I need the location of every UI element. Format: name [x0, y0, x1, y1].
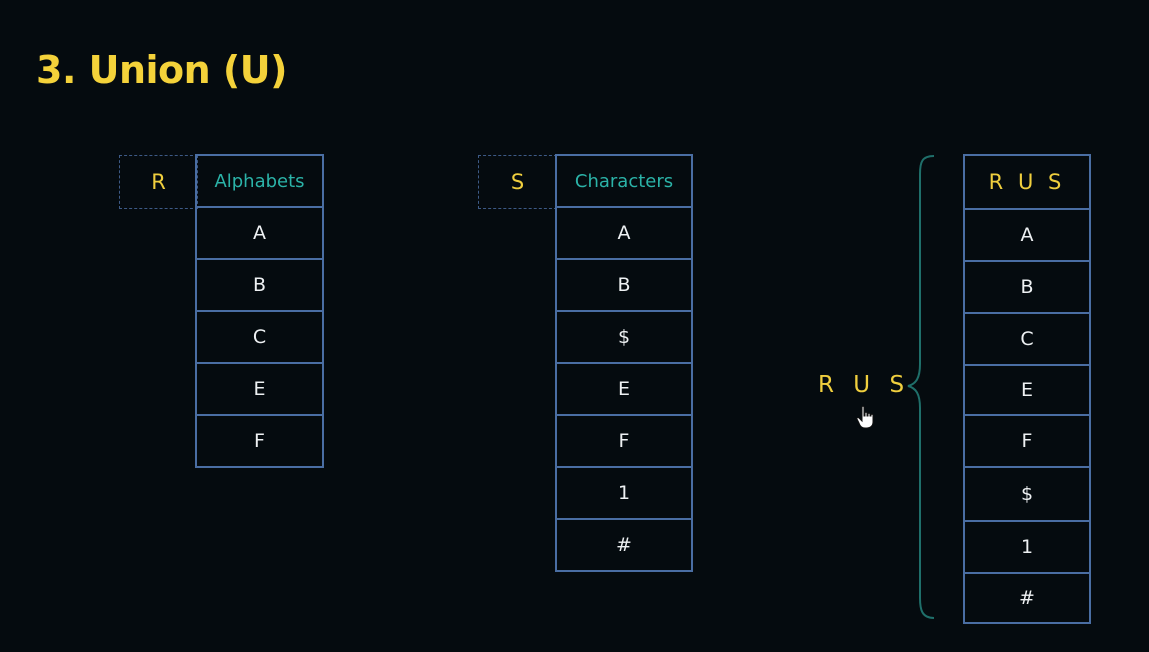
relation-r-label: R	[119, 155, 198, 209]
table-row: A	[555, 206, 693, 260]
table-row: $	[555, 310, 693, 364]
table-r-header: Alphabets	[195, 154, 324, 208]
table-row: F	[195, 414, 324, 468]
table-row: #	[555, 518, 693, 572]
table-row: B	[963, 260, 1091, 314]
table-row: A	[195, 206, 324, 260]
table-r: Alphabets A B C E F	[195, 154, 324, 468]
hand-pointer-icon	[856, 405, 874, 429]
relation-s-label: S	[478, 155, 557, 209]
table-row: F	[555, 414, 693, 468]
relation-s-name: S	[510, 170, 525, 194]
union-label: R U S	[818, 372, 911, 398]
table-row: B	[555, 258, 693, 312]
table-row: C	[195, 310, 324, 364]
table-row: F	[963, 414, 1091, 468]
relation-r-name: R	[151, 170, 166, 194]
result-table-header: R U S	[963, 154, 1091, 210]
table-row: C	[963, 312, 1091, 366]
table-row: E	[195, 362, 324, 416]
table-row: E	[555, 362, 693, 416]
table-row: 1	[555, 466, 693, 520]
table-row: B	[195, 258, 324, 312]
table-row: $	[963, 466, 1091, 522]
result-table: R U S A B C E F $ 1 #	[963, 154, 1091, 624]
table-row: 1	[963, 520, 1091, 574]
table-row: #	[963, 572, 1091, 624]
table-s: Characters A B $ E F 1 #	[555, 154, 693, 572]
curly-brace	[907, 155, 935, 619]
table-row: E	[963, 364, 1091, 416]
slide-title: 3. Union (U)	[36, 48, 288, 92]
table-s-header: Characters	[555, 154, 693, 208]
table-row: A	[963, 208, 1091, 262]
